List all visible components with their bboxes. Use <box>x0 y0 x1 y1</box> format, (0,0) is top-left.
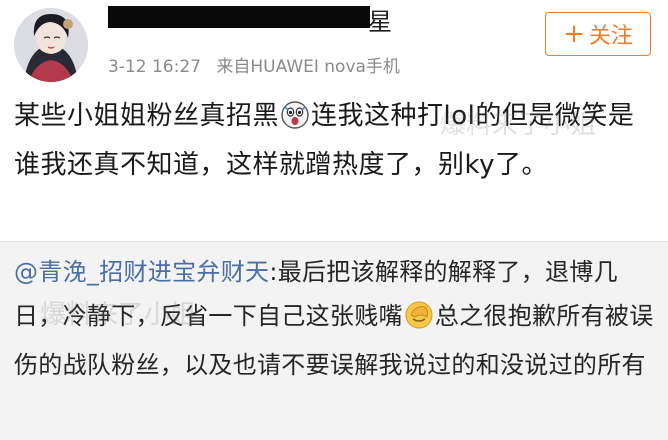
repost-box[interactable]: @青浼_招财进宝弁财天:最后把该解释的解释了，退博几日，冷静下，反省一下自己这张… <box>0 242 668 440</box>
plus-icon: + <box>563 19 585 49</box>
scared-face-emoji-icon <box>281 99 309 143</box>
post-meta: 3-12 16:27 来自HUAWEI nova手机 <box>108 52 400 77</box>
watermark-top: 爆料来了小姐 <box>440 110 597 140</box>
post-source: 来自HUAWEI nova手机 <box>216 57 400 77</box>
repost-mention-link[interactable]: @青浼_招财进宝弁财天 <box>14 258 269 286</box>
post-text-part1: 某些小姐姐粉丝真招黑 <box>14 101 280 131</box>
username-suffix[interactable]: 星 <box>368 2 392 37</box>
post-header: 星 3-12 16:27 来自HUAWEI nova手机 + 关注 <box>0 0 668 84</box>
follow-label: 关注 <box>588 24 633 49</box>
username-redacted[interactable] <box>108 6 370 28</box>
follow-button[interactable]: + 关注 <box>545 12 651 56</box>
post-time: 3-12 16:27 <box>108 57 201 77</box>
avatar[interactable] <box>14 8 88 82</box>
avatar-girl-icon <box>14 8 88 82</box>
facepalm-emoji-icon <box>405 299 433 343</box>
watermark-bottom: 爆料来了小姐 <box>40 300 197 330</box>
